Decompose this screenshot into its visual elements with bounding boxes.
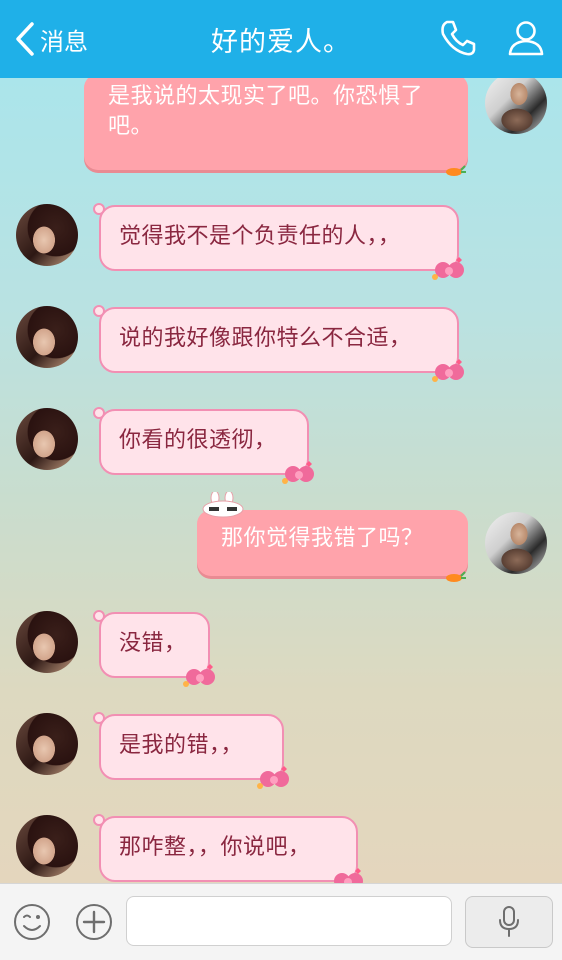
carrot-sticker-icon <box>446 571 466 582</box>
message-text: 那咋整，，你说吧， <box>119 835 311 860</box>
avatar-contact[interactable] <box>16 204 78 266</box>
avatar-contact[interactable] <box>16 408 78 470</box>
avatar-self[interactable] <box>485 512 547 574</box>
avatar-contact[interactable] <box>16 611 78 673</box>
message-text: 是我说的太现实了吧。你恐惧了吧。 <box>108 84 424 139</box>
phone-icon[interactable] <box>438 18 478 58</box>
avatar-self[interactable] <box>485 78 547 134</box>
message-text: 那你觉得我错了吗？ <box>221 526 424 551</box>
microphone-icon <box>499 906 519 937</box>
message-bubble-outgoing[interactable]: 是我说的太现实了吧。你恐惧了吧。 <box>84 78 468 176</box>
avatar-contact[interactable] <box>16 306 78 368</box>
bunny-sticker-icon <box>202 492 244 518</box>
emoji-icon[interactable] <box>12 902 52 942</box>
voice-button[interactable] <box>465 896 553 948</box>
message-bubble-incoming[interactable]: 那咋整，，你说吧， <box>93 814 363 883</box>
message-bubble-incoming[interactable]: 说的我好像跟你特么不合适， <box>93 305 464 382</box>
strawberry-bow-icon <box>334 868 363 883</box>
strawberry-bow-icon <box>282 461 314 484</box>
chat-area[interactable]: 是我说的太现实了吧。你恐惧了吧。 觉得我不是个负责任的人，， 说的我好像跟你特么… <box>0 78 562 883</box>
input-bar <box>0 883 562 960</box>
strawberry-bow-icon <box>257 766 289 789</box>
strawberry-bow-icon <box>432 359 464 382</box>
plus-icon[interactable] <box>74 902 114 942</box>
top-bar: 消息 好的爱人。 <box>0 0 562 78</box>
message-bubble-incoming[interactable]: 你看的很透彻， <box>93 407 314 484</box>
avatar-contact[interactable] <box>16 713 78 775</box>
message-bubble-outgoing[interactable]: 那你觉得我错了吗？ <box>197 492 468 582</box>
message-bubble-incoming[interactable]: 是我的错，， <box>93 712 289 789</box>
message-text: 你看的很透彻， <box>119 428 277 453</box>
message-bubble-incoming[interactable]: 没错， <box>93 610 215 687</box>
avatar-contact[interactable] <box>16 815 78 877</box>
message-bubble-incoming[interactable]: 觉得我不是个负责任的人，， <box>93 203 464 280</box>
message-text: 觉得我不是个负责任的人，， <box>119 224 401 249</box>
strawberry-bow-icon <box>183 664 215 687</box>
message-input[interactable] <box>126 896 452 946</box>
strawberry-bow-icon <box>432 257 464 280</box>
profile-icon[interactable] <box>506 18 546 58</box>
message-text: 是我的错，， <box>119 733 244 758</box>
message-text: 说的我好像跟你特么不合适， <box>119 326 412 351</box>
carrot-sticker-icon <box>446 165 466 176</box>
message-text: 没错， <box>119 631 187 656</box>
